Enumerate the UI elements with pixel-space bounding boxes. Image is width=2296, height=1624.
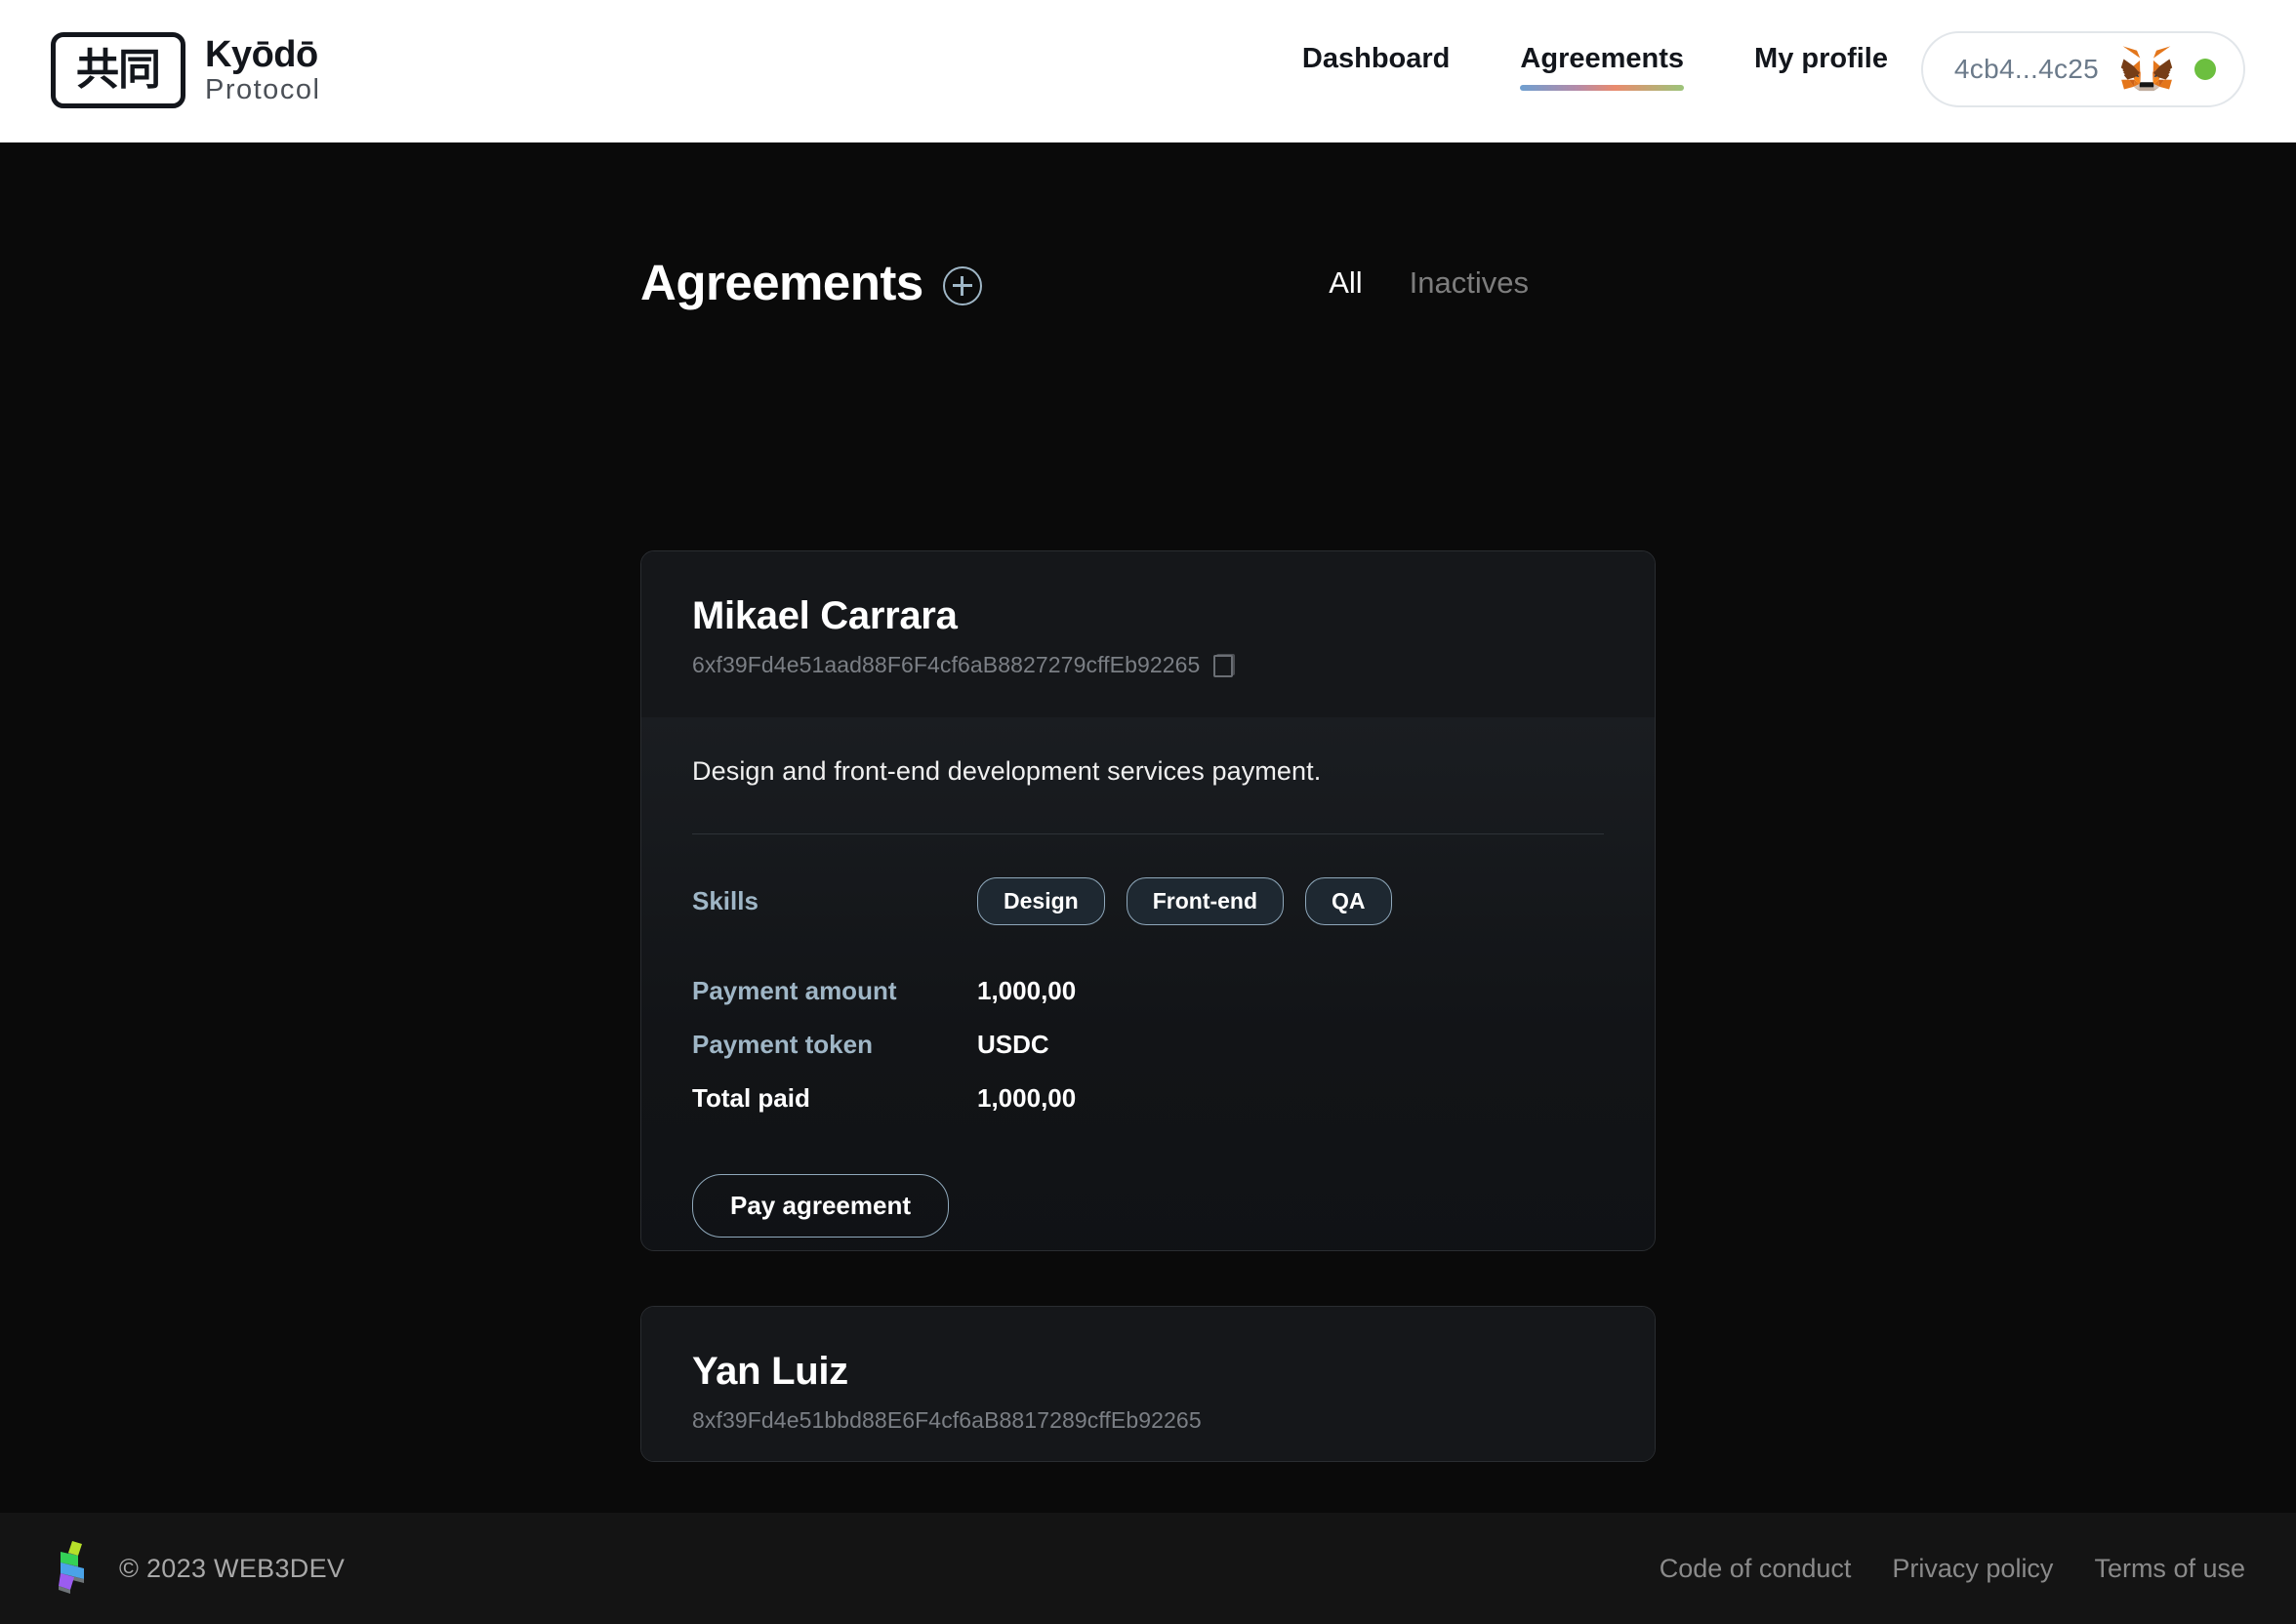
kanji-glyphs: 共同 xyxy=(76,45,161,95)
footer-link-terms-of-use[interactable]: Terms of use xyxy=(2094,1554,2245,1584)
brand-title: Kyōdō xyxy=(205,34,318,75)
section-divider xyxy=(692,833,1604,834)
agreement-counterparty-name: Mikael Carrara xyxy=(692,594,958,637)
wallet-status-dot xyxy=(2194,59,2216,80)
page-title: Agreements xyxy=(640,255,923,310)
detail-row-payment-amount: Payment amount 1,000,00 xyxy=(692,976,1604,1006)
agreement-counterparty-name: Yan Luiz xyxy=(692,1350,848,1393)
agreement-card[interactable]: Yan Luiz 8xf39Fd4e51bbd88E6F4cf6aB881728… xyxy=(640,1306,1656,1462)
plus-circle-icon[interactable] xyxy=(942,265,982,305)
page-title-group: Agreements xyxy=(640,254,982,311)
page-header: Agreements All Inactives xyxy=(640,254,1656,311)
total-paid-label: Total paid xyxy=(692,1083,810,1113)
tab-inactives[interactable]: Inactives xyxy=(1410,265,1529,301)
detail-row-total-paid: Total paid 1,000,00 xyxy=(692,1083,1604,1114)
skills-pill-list: Design Front-end QA xyxy=(977,877,1392,925)
skill-pill-design[interactable]: Design xyxy=(977,877,1105,925)
kyodo-kanji-mark: 共同 xyxy=(51,32,185,108)
nav-item-dashboard[interactable]: Dashboard xyxy=(1302,43,1450,91)
agreement-card[interactable]: Mikael Carrara 6xf39Fd4e51aad88F6F4cf6aB… xyxy=(640,550,1656,1251)
agreement-wallet-address: 6xf39Fd4e51aad88F6F4cf6aB8827279cffEb922… xyxy=(692,652,1201,677)
nav-item-agreements[interactable]: Agreements xyxy=(1520,43,1684,91)
agreement-skills-row: Skills Design Front-end QA xyxy=(692,877,1604,925)
skill-pill-qa[interactable]: QA xyxy=(1305,877,1392,925)
tab-all[interactable]: All xyxy=(1329,265,1362,301)
footer-brand: © 2023 WEB3DEV xyxy=(51,1539,345,1598)
copy-icon[interactable] xyxy=(1213,653,1236,677)
brand-logo[interactable]: 共同 Kyōdō Protocol xyxy=(51,32,320,108)
agreement-card-header: Yan Luiz 8xf39Fd4e51bbd88E6F4cf6aB881728… xyxy=(641,1307,1655,1461)
agreement-wallet-address: 8xf39Fd4e51bbd88E6F4cf6aB8817289cffEb922… xyxy=(692,1407,1202,1433)
wallet-address: 4cb4...4c25 xyxy=(1953,54,2099,84)
agreement-card-body: Design and front-end development service… xyxy=(641,717,1655,1250)
main-navigation: Dashboard Agreements My profile xyxy=(1302,43,1888,91)
metamask-fox-icon xyxy=(2120,46,2173,92)
wallet-connect-button[interactable]: 4cb4...4c25 xyxy=(1920,31,2245,107)
footer-link-code-of-conduct[interactable]: Code of conduct xyxy=(1660,1554,1852,1584)
copyright-text: © 2023 WEB3DEV xyxy=(119,1553,346,1583)
agreement-detail-list: Payment amount 1,000,00 Payment token US… xyxy=(692,976,1604,1114)
filter-tabs: All Inactives xyxy=(1329,265,1529,301)
agreement-address-row: 6xf39Fd4e51aad88F6F4cf6aB8827279cffEb922… xyxy=(692,652,1604,678)
agreement-address-row: 8xf39Fd4e51bbd88E6F4cf6aB8817289cffEb922… xyxy=(692,1407,1604,1434)
footer-link-privacy-policy[interactable]: Privacy policy xyxy=(1892,1554,2053,1584)
footer-links: Code of conduct Privacy policy Terms of … xyxy=(1660,1554,2245,1584)
brand-wordmark: Kyōdō Protocol xyxy=(205,36,320,104)
site-header: 共同 Kyōdō Protocol Dashboard Agreements M… xyxy=(0,0,2296,142)
detail-row-payment-token: Payment token USDC xyxy=(692,1030,1604,1060)
nav-item-my-profile[interactable]: My profile xyxy=(1754,43,1888,91)
main-content: Agreements All Inactives Mikael Carrara … xyxy=(0,142,2296,1513)
skill-pill-frontend[interactable]: Front-end xyxy=(1126,877,1284,925)
agreement-card-header: Mikael Carrara 6xf39Fd4e51aad88F6F4cf6aB… xyxy=(641,551,1655,717)
pay-agreement-button[interactable]: Pay agreement xyxy=(692,1174,949,1238)
site-footer: © 2023 WEB3DEV Code of conduct Privacy p… xyxy=(0,1513,2296,1624)
total-paid-value: 1,000,00 xyxy=(977,1083,1077,1113)
payment-amount-label: Payment amount xyxy=(692,976,897,1005)
payment-token-label: Payment token xyxy=(692,1030,873,1059)
brand-subtitle: Protocol xyxy=(205,74,321,105)
app-root: 共同 Kyōdō Protocol Dashboard Agreements M… xyxy=(0,0,2296,1624)
payment-token-value: USDC xyxy=(977,1030,1049,1059)
web3dev-ribbon-logo xyxy=(59,1541,84,1594)
payment-amount-value: 1,000,00 xyxy=(977,976,1077,1005)
skills-label: Skills xyxy=(692,886,758,915)
agreement-description: Design and front-end development service… xyxy=(692,756,1322,786)
